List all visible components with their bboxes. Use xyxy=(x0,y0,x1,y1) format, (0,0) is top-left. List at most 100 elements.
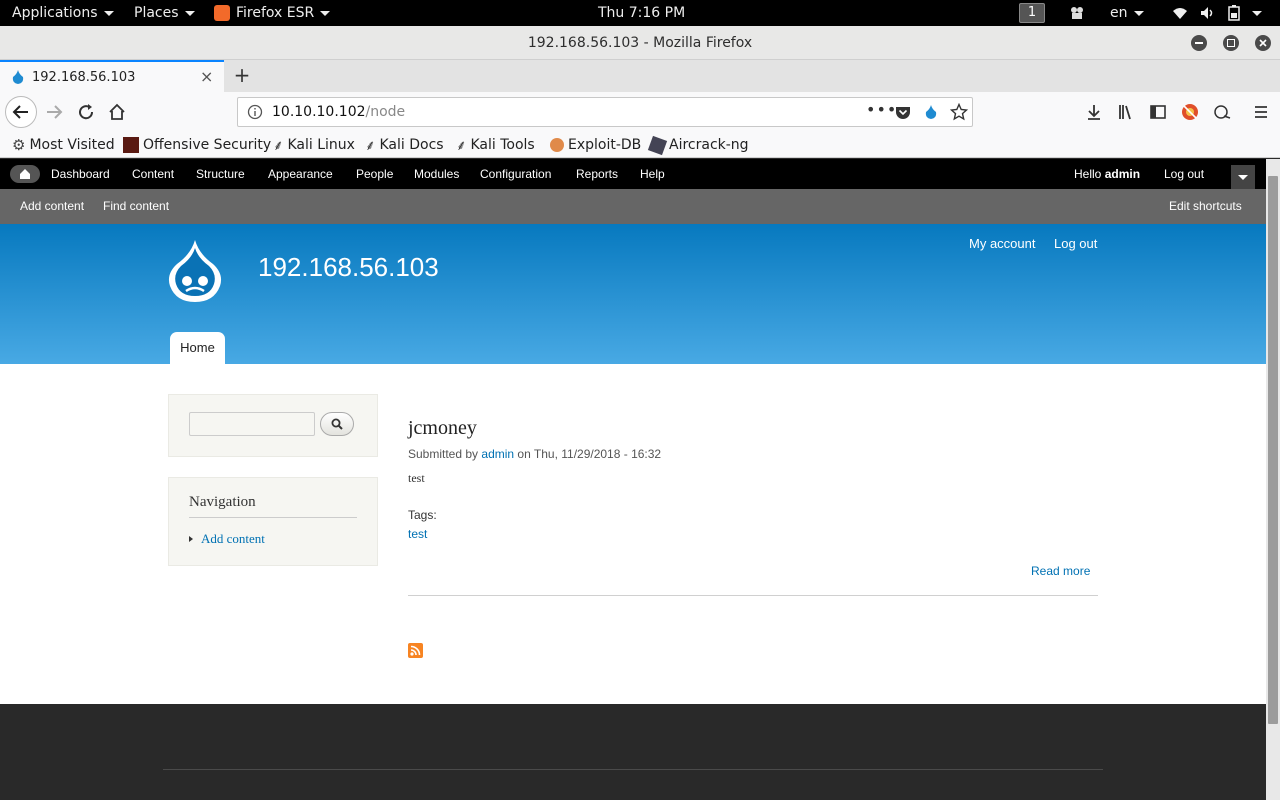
toolbar-appearance[interactable]: Appearance xyxy=(268,159,333,189)
toolbar-help[interactable]: Help xyxy=(640,159,665,189)
video-camera-icon[interactable] xyxy=(1070,0,1086,26)
tags-label: Tags: xyxy=(408,508,437,522)
bookmark-aircrack-ng[interactable]: Aircrack-ng xyxy=(647,132,749,158)
toolbar-reports[interactable]: Reports xyxy=(576,159,618,189)
navigation-block: Navigation Add content xyxy=(168,477,378,566)
search-icon xyxy=(331,418,343,430)
bookmark-kali-tools[interactable]: ⸙ Kali Tools xyxy=(456,132,535,158)
bookmark-offensive-security[interactable]: Offensive Security xyxy=(123,132,271,158)
chevron-down-icon xyxy=(103,10,114,16)
gear-icon: ⚙ xyxy=(12,136,26,154)
sidebar-icon[interactable] xyxy=(1144,98,1172,126)
footer-divider xyxy=(163,769,1103,770)
toolbar-modules[interactable]: Modules xyxy=(414,159,459,189)
search-block xyxy=(168,394,378,457)
toolbar-logout[interactable]: Log out xyxy=(1164,159,1204,189)
downloads-icon[interactable] xyxy=(1080,98,1108,126)
bookmark-most-visited[interactable]: ⚙ Most Visited xyxy=(12,132,115,158)
workspace-indicator[interactable]: 1 xyxy=(1019,0,1045,26)
bookmark-exploit-db[interactable]: Exploit-DB xyxy=(550,132,641,158)
shortcut-find-content[interactable]: Find content xyxy=(103,189,169,224)
workspace-number: 1 xyxy=(1019,3,1045,23)
toolbar-configuration[interactable]: Configuration xyxy=(480,159,551,189)
new-tab-button[interactable]: + xyxy=(230,64,254,88)
minimize-button[interactable] xyxy=(1191,35,1207,51)
language-label: en xyxy=(1110,5,1128,21)
info-icon[interactable] xyxy=(247,104,263,120)
search-input[interactable] xyxy=(189,412,315,436)
battery-icon[interactable] xyxy=(1228,0,1262,26)
drupal-page-icon[interactable] xyxy=(923,104,939,120)
scrollbar-thumb[interactable] xyxy=(1268,176,1278,724)
close-tab-icon[interactable]: × xyxy=(200,67,213,86)
applications-label: Applications xyxy=(12,5,98,21)
author-link[interactable]: admin xyxy=(481,447,514,461)
article-title[interactable]: jcmoney xyxy=(408,417,477,440)
toolbar-home-button[interactable] xyxy=(10,165,40,183)
url-path: /node xyxy=(365,104,406,120)
bookmark-label: Most Visited xyxy=(29,137,115,153)
close-button[interactable] xyxy=(1255,35,1271,51)
clock-label: Thu 7:16 PM xyxy=(598,5,686,21)
site-name[interactable]: 192.168.56.103 xyxy=(258,252,439,283)
forward-button[interactable] xyxy=(40,98,68,126)
pocket-icon[interactable] xyxy=(895,104,911,120)
edit-shortcuts-link[interactable]: Edit shortcuts xyxy=(1169,189,1242,224)
username-link[interactable]: admin xyxy=(1105,167,1140,181)
firefox-app-menu[interactable]: Firefox ESR xyxy=(214,0,331,26)
page-actions-icon[interactable]: ••• xyxy=(866,100,897,119)
aircrack-icon xyxy=(647,135,668,155)
shortcuts-bar: Add content Find content Edit shortcuts xyxy=(0,189,1266,224)
nav-item-add-content[interactable]: Add content xyxy=(189,531,265,547)
extension-icon[interactable] xyxy=(1208,98,1236,126)
url-bar[interactable]: 10.10.10.102/node ••• xyxy=(237,97,973,127)
drupal-logo[interactable] xyxy=(166,238,224,304)
bookmark-kali-linux[interactable]: ⸙ Kali Linux xyxy=(273,132,355,158)
search-button[interactable] xyxy=(320,412,354,436)
hamburger-menu-icon[interactable] xyxy=(1247,98,1275,126)
window-title: 192.168.56.103 - Mozilla Firefox xyxy=(527,35,753,51)
rss-feed-icon[interactable] xyxy=(408,643,423,658)
gnome-top-bar: Applications Places Firefox ESR Thu 7:16… xyxy=(0,0,1280,26)
language-menu[interactable]: en xyxy=(1110,0,1144,26)
toolbar-people[interactable]: People xyxy=(356,159,393,189)
my-account-link[interactable]: My account xyxy=(969,236,1035,251)
reload-button[interactable] xyxy=(72,98,100,126)
toolbar-structure[interactable]: Structure xyxy=(196,159,245,189)
clock[interactable]: Thu 7:16 PM xyxy=(598,0,685,26)
toolbar-greeting: Hello admin xyxy=(1074,159,1140,189)
chevron-down-icon xyxy=(1252,10,1262,16)
back-button[interactable] xyxy=(5,96,37,128)
window-titlebar[interactable]: 192.168.56.103 - Mozilla Firefox xyxy=(0,26,1280,60)
navigation-toolbar: 10.10.10.102/node ••• xyxy=(0,92,1280,132)
tag-link[interactable]: test xyxy=(408,527,427,541)
maximize-button[interactable] xyxy=(1223,35,1239,51)
noscript-icon[interactable] xyxy=(1176,98,1204,126)
bookmark-kali-docs[interactable]: ⸙ Kali Docs xyxy=(365,132,444,158)
tab-strip: 192.168.56.103 × + xyxy=(0,60,1280,92)
bookmark-star-icon[interactable] xyxy=(950,103,968,121)
nav-item-label: Add content xyxy=(201,531,265,546)
toolbar-dashboard[interactable]: Dashboard xyxy=(51,159,110,189)
toolbar-content[interactable]: Content xyxy=(132,159,174,189)
browser-tab[interactable]: 192.168.56.103 × xyxy=(0,60,224,92)
bookmarks-toolbar: ⚙ Most Visited Offensive Security ⸙ Kali… xyxy=(0,132,1280,158)
wifi-icon[interactable] xyxy=(1172,0,1188,26)
article-body: test xyxy=(408,471,425,485)
header-logout-link[interactable]: Log out xyxy=(1054,236,1097,251)
places-menu[interactable]: Places xyxy=(134,0,195,26)
home-button[interactable] xyxy=(103,98,131,126)
url-host: 10.10.10.102 xyxy=(272,104,366,120)
tab-title: 192.168.56.103 xyxy=(32,69,136,85)
read-more-link[interactable]: Read more xyxy=(1031,564,1090,578)
site-footer xyxy=(0,704,1266,800)
submitted-line: Submitted by admin on Thu, 11/29/2018 - … xyxy=(408,447,661,461)
shortcut-add-content[interactable]: Add content xyxy=(20,189,84,224)
volume-icon[interactable] xyxy=(1200,0,1216,26)
applications-menu[interactable]: Applications xyxy=(12,0,114,26)
library-icon[interactable] xyxy=(1112,98,1140,126)
tab-home[interactable]: Home xyxy=(170,332,225,364)
bookmark-label: Kali Linux xyxy=(287,137,355,153)
firefox-small-icon xyxy=(214,5,230,21)
toolbar-drawer-toggle[interactable] xyxy=(1231,165,1255,189)
